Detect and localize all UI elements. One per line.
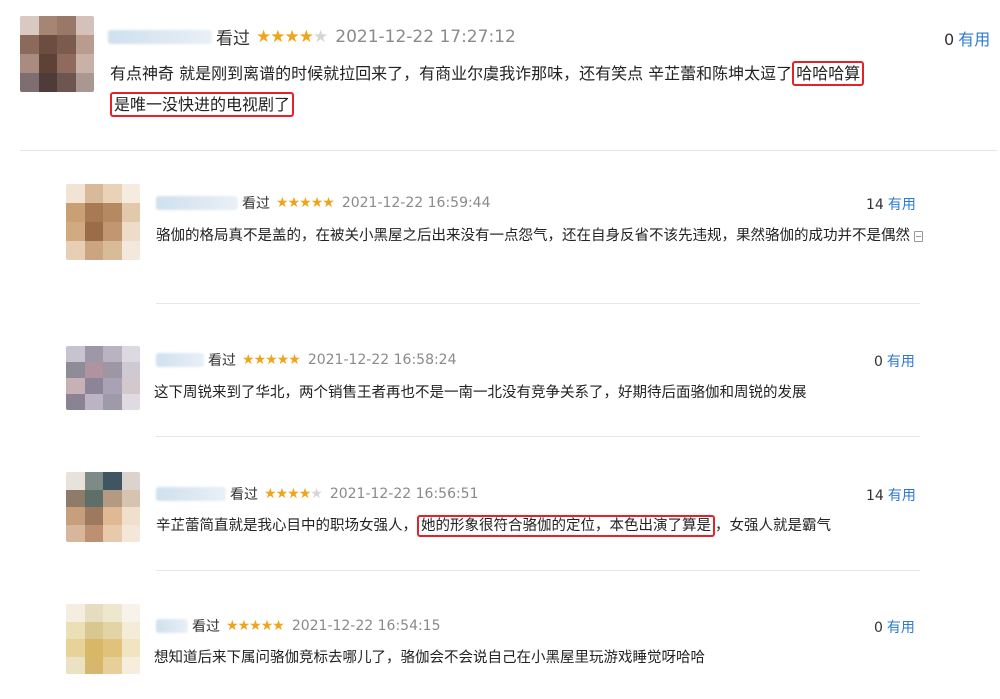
useful-button[interactable]: 有用 [887, 620, 915, 636]
review-text: 想知道后来下属问骆伽竞标去哪儿了，骆伽会不会说自己在小黑屋里玩游戏睡觉呀哈哈 [154, 643, 934, 673]
star-icon: ★ [249, 618, 262, 634]
star-icon: ★ [226, 618, 239, 634]
username-blurred[interactable] [156, 619, 188, 633]
star-icon: ★ [260, 618, 274, 634]
review-item: 看过 ★★★★★ 2021-12-22 16:54:15 0 有用 想知道后来下属… [0, 0, 1000, 699]
rating-stars: ★★★★★ [226, 618, 285, 634]
star-icon: ★ [237, 618, 251, 634]
useful-count: 0 [874, 620, 883, 636]
review-text-part: 想知道后来下属问骆伽竞标去哪儿了，骆伽会不会说自己在小黑屋里玩游戏睡觉呀哈哈 [154, 650, 705, 666]
star-icon: ★ [272, 618, 285, 634]
review-list: 看过 ★★★★★ 2021-12-22 17:27:12 0 有用 有点神奇 就是… [0, 0, 1000, 699]
avatar[interactable] [66, 604, 140, 674]
useful-vote: 0 有用 [874, 617, 915, 637]
watched-label: 看过 [192, 619, 220, 635]
review-header: 看过 ★★★★★ 2021-12-22 16:54:15 [156, 616, 441, 636]
timestamp: 2021-12-22 16:54:15 [291, 618, 441, 634]
